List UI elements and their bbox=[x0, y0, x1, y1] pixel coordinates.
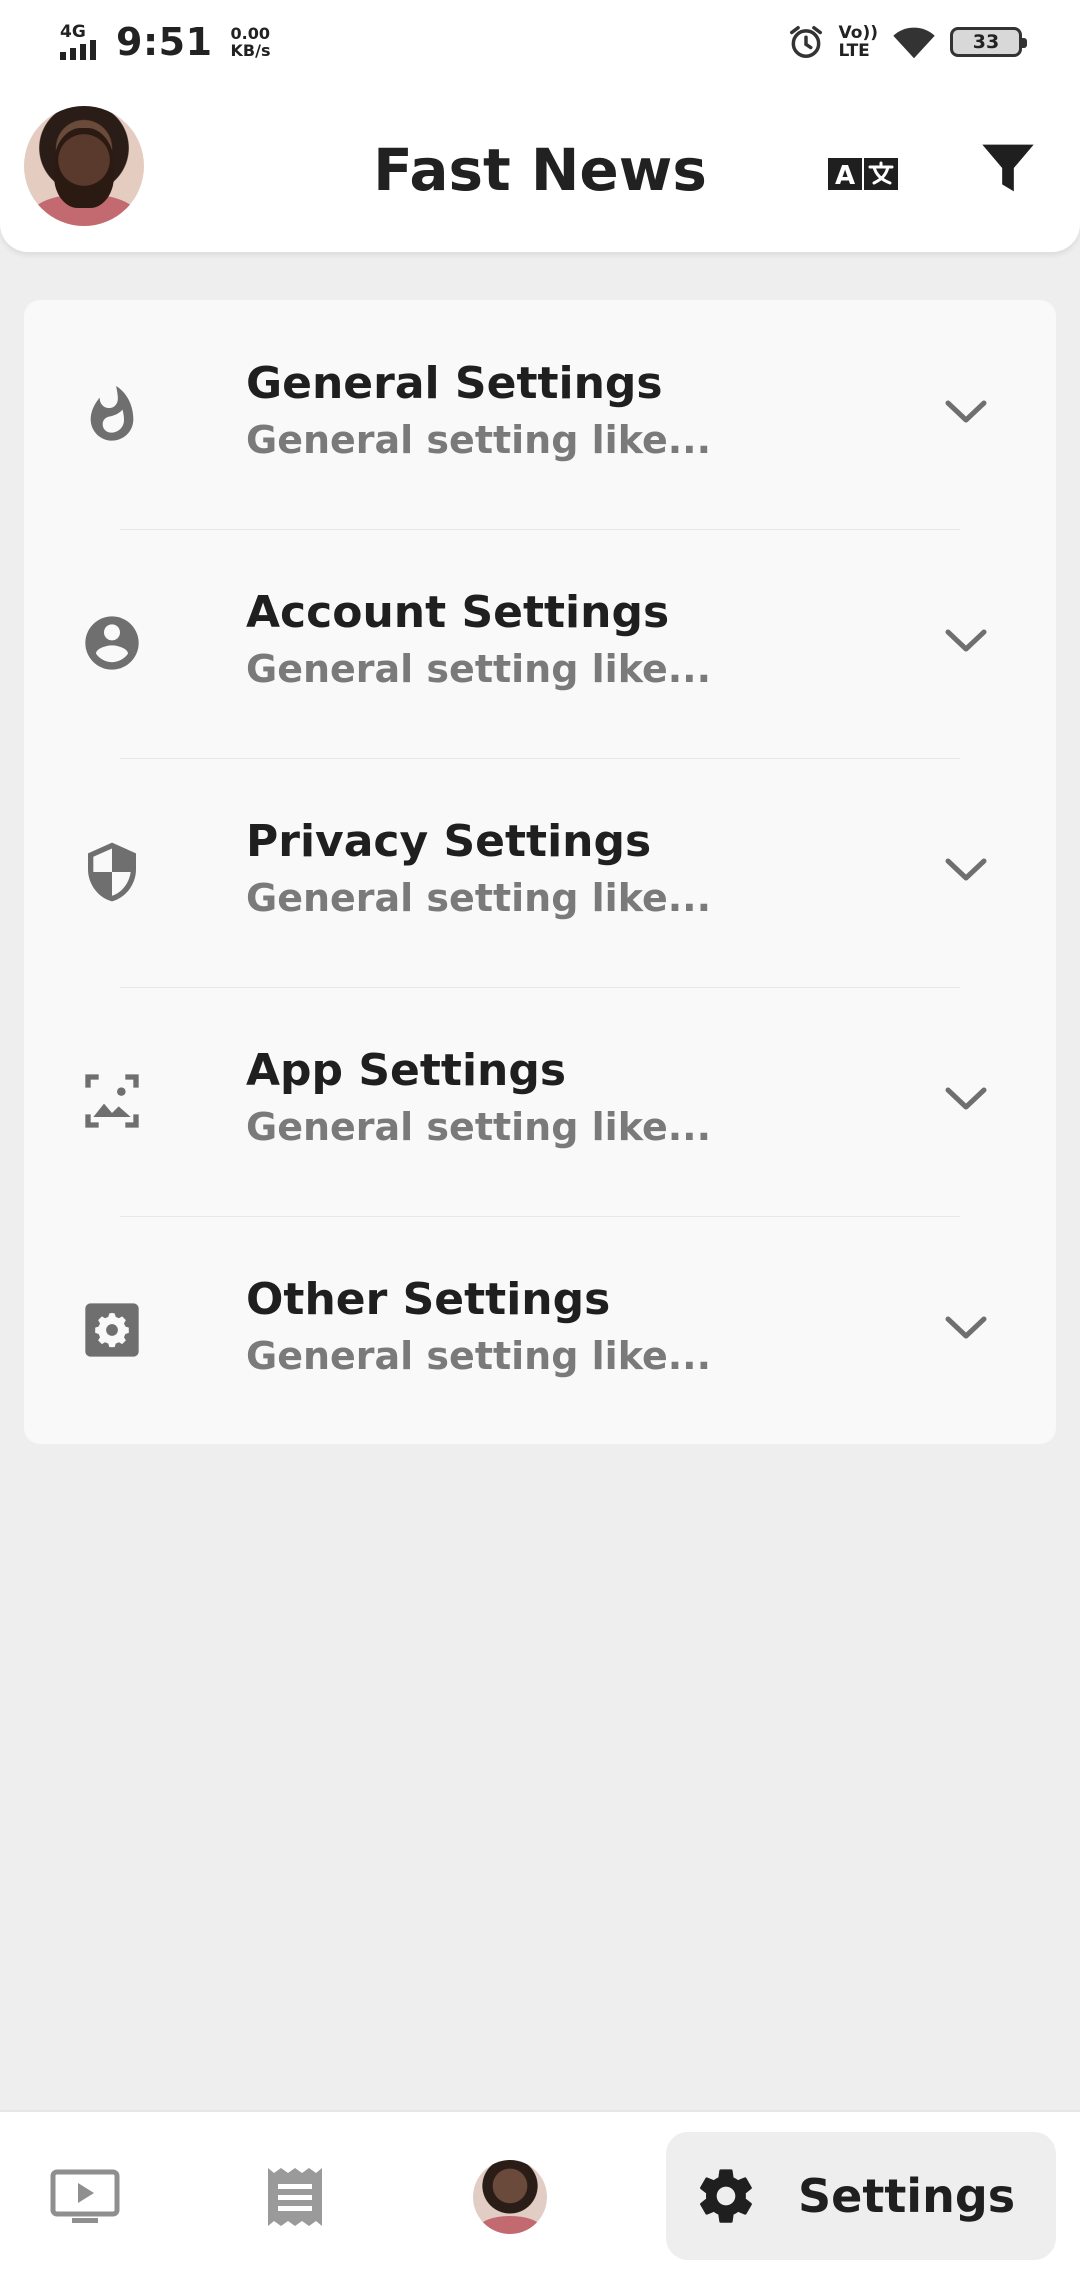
setting-title: Other Settings bbox=[246, 1274, 611, 1325]
speed-unit: KB/s bbox=[230, 41, 271, 60]
nav-video[interactable] bbox=[40, 2112, 130, 2280]
fire-icon bbox=[90, 386, 134, 441]
video-icon bbox=[50, 2169, 120, 2223]
signal-icon: 4G bbox=[58, 20, 106, 64]
setting-title: Privacy Settings bbox=[246, 816, 652, 867]
setting-privacy[interactable]: Privacy Settings General setting like... bbox=[24, 758, 1056, 987]
setting-title: General Settings bbox=[246, 358, 663, 409]
shield-icon bbox=[88, 842, 136, 902]
setting-subtitle: General setting like... bbox=[246, 647, 712, 691]
bottom-nav: Settings bbox=[0, 2110, 1080, 2280]
status-bar: 4G 9:51 0.00 KB/s Vo)) LTE 33 bbox=[0, 0, 1080, 84]
speed-value: 0.00 bbox=[230, 24, 271, 43]
nav-settings-label: Settings bbox=[798, 2169, 1016, 2223]
wifi-icon bbox=[893, 27, 935, 59]
app-bar: Fast News A bbox=[0, 84, 1080, 252]
alarm-icon bbox=[789, 26, 822, 58]
battery-level: 33 bbox=[972, 31, 1000, 53]
settings-list: General Settings General setting like...… bbox=[24, 300, 1056, 1444]
battery-icon: 33 bbox=[950, 27, 1027, 57]
setting-subtitle: General setting like... bbox=[246, 1105, 712, 1149]
chevron-down-icon[interactable] bbox=[944, 1314, 988, 1342]
volte-indicator: Vo)) LTE bbox=[839, 24, 878, 60]
page-title: Fast News bbox=[373, 136, 707, 204]
profile-avatar bbox=[473, 2160, 547, 2234]
setting-subtitle: General setting like... bbox=[246, 1334, 712, 1378]
filter-icon[interactable] bbox=[980, 140, 1036, 196]
svg-text:A: A bbox=[835, 161, 855, 191]
list-icon bbox=[268, 2168, 322, 2226]
account-circle-icon bbox=[85, 616, 139, 670]
image-frame-icon bbox=[85, 1074, 139, 1128]
setting-other[interactable]: Other Settings General setting like... bbox=[24, 1216, 1056, 1444]
chevron-down-icon[interactable] bbox=[944, 1085, 988, 1113]
nav-settings[interactable]: Settings bbox=[666, 2132, 1056, 2260]
setting-general[interactable]: General Settings General setting like... bbox=[24, 300, 1056, 529]
translate-icon[interactable]: A bbox=[828, 154, 898, 194]
nav-profile[interactable] bbox=[470, 2112, 550, 2280]
lte-label: LTE bbox=[838, 41, 870, 61]
screen: 4G 9:51 0.00 KB/s Vo)) LTE 33 Fast News … bbox=[0, 0, 1080, 2280]
status-time: 9:51 bbox=[116, 20, 213, 64]
chevron-down-icon[interactable] bbox=[944, 856, 988, 884]
chevron-down-icon[interactable] bbox=[944, 627, 988, 655]
network-speed: 0.00 KB/s bbox=[231, 25, 271, 59]
setting-app[interactable]: App Settings General setting like... bbox=[24, 987, 1056, 1216]
network-type: 4G bbox=[60, 22, 86, 42]
setting-title: Account Settings bbox=[246, 587, 670, 638]
setting-subtitle: General setting like... bbox=[246, 418, 712, 462]
volte-label: Vo)) bbox=[838, 23, 878, 43]
setting-subtitle: General setting like... bbox=[246, 876, 712, 920]
status-left: 4G 9:51 0.00 KB/s bbox=[58, 20, 271, 64]
setting-account[interactable]: Account Settings General setting like... bbox=[24, 529, 1056, 758]
chevron-down-icon[interactable] bbox=[944, 398, 988, 426]
gear-icon bbox=[700, 2169, 752, 2223]
setting-title: App Settings bbox=[246, 1045, 567, 1096]
nav-news-list[interactable] bbox=[260, 2112, 330, 2280]
gear-box-icon bbox=[85, 1303, 139, 1357]
status-right: Vo)) LTE 33 bbox=[787, 23, 1027, 61]
